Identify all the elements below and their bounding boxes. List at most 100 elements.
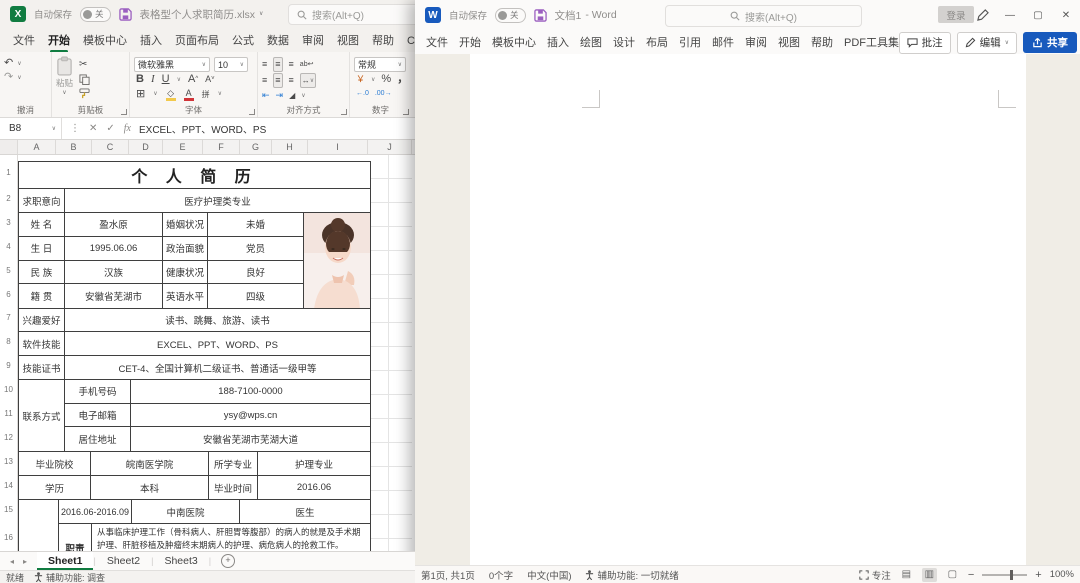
zoom-out-button[interactable]: − (968, 569, 974, 581)
orientation-button[interactable]: ◢ (289, 89, 295, 102)
comments-button[interactable]: 批注 (899, 32, 951, 54)
field-value-cell[interactable]: 安徽省芜湖市 (65, 284, 163, 308)
chevron-down-icon[interactable]: ∨ (371, 77, 375, 83)
align-middle-button[interactable]: ≡ (273, 57, 282, 72)
share-button[interactable]: 共享 (1023, 32, 1077, 53)
save-icon[interactable] (119, 8, 132, 21)
pen-icon[interactable] (968, 0, 996, 30)
column-header[interactable]: B (56, 140, 92, 154)
contact-value-cell[interactable]: ysy@wps.cn (131, 404, 370, 427)
chevron-down-icon[interactable]: ∨ (218, 91, 222, 97)
row-header[interactable]: 3 (0, 218, 17, 227)
currency-button[interactable]: ￥ (356, 73, 365, 86)
work-period-cell[interactable]: 2016.06-2016.09 (59, 500, 132, 523)
number-format-select[interactable]: 常规∨ (354, 57, 406, 72)
zoom-slider[interactable] (982, 574, 1027, 576)
contact-key-cell[interactable]: 电子邮箱 (65, 404, 131, 427)
field-label-cell[interactable]: 生 日 (19, 237, 65, 260)
row-header[interactable]: 2 (0, 194, 17, 203)
job-intention-label-cell[interactable]: 求职意向 (19, 189, 65, 212)
tab-review[interactable]: 审阅 (302, 32, 324, 48)
contact-label-cell[interactable]: 联系方式 (19, 380, 65, 451)
select-all-corner[interactable] (0, 140, 18, 154)
tab-layout[interactable]: 布局 (646, 34, 668, 50)
row-header[interactable]: 12 (0, 433, 17, 442)
font-size-select[interactable]: 10∨ (214, 57, 248, 72)
resume-photo[interactable] (304, 213, 370, 308)
percent-button[interactable]: % (381, 73, 391, 86)
row-header[interactable]: 5 (0, 266, 17, 275)
fx-icon[interactable]: fx (124, 123, 131, 134)
language-status[interactable]: 中文(中国) (527, 568, 571, 582)
edu-cell[interactable]: 毕业时间 (209, 476, 258, 499)
edu-cell[interactable]: 本科 (91, 476, 209, 499)
align-top-button[interactable]: ≡ (262, 58, 267, 71)
edu-cell[interactable]: 学历 (19, 476, 91, 499)
drag-handle-icon[interactable]: ⋮ (70, 123, 80, 134)
enter-icon[interactable]: ✓ (106, 123, 114, 134)
tab-insert[interactable]: 插入 (547, 34, 569, 50)
certificate-label-cell[interactable]: 技能证书 (19, 356, 65, 379)
phonetic-guide-button[interactable]: 拼 (202, 88, 210, 101)
column-header[interactable]: I (308, 140, 368, 154)
word-count[interactable]: 0个字 (489, 568, 513, 582)
tab-view[interactable]: 视图 (778, 34, 800, 50)
tab-formulas[interactable]: 公式 (232, 32, 254, 48)
prev-sheet-icon[interactable]: ◂ (10, 557, 14, 566)
contact-key-cell[interactable]: 手机号码 (65, 380, 131, 403)
field-value-cell[interactable]: 未婚 (208, 213, 304, 236)
row-header[interactable]: 10 (0, 385, 17, 394)
autosave-toggle[interactable]: 关 (80, 7, 111, 22)
formula-input[interactable]: EXCEL、PPT、WORD、PS (139, 121, 266, 136)
column-header[interactable]: H (272, 140, 308, 154)
edu-cell[interactable]: 护理专业 (258, 452, 370, 475)
tab-choice-data[interactable]: Choice数据 (407, 32, 415, 48)
chevron-down-icon[interactable]: ∨ (177, 77, 181, 83)
minimize-button[interactable]: — (996, 0, 1024, 30)
hobby-value-cell[interactable]: 读书、跳舞、旅游、读书 (65, 309, 370, 331)
software-label-cell[interactable]: 软件技能 (19, 332, 65, 355)
field-value-cell[interactable]: 党员 (208, 237, 304, 260)
chevron-down-icon[interactable]: ∨ (301, 93, 305, 99)
autosave-toggle[interactable]: 关 (495, 8, 526, 23)
dialog-launcher-icon[interactable] (121, 109, 127, 115)
field-label-cell[interactable]: 籍 贯 (19, 284, 65, 308)
paste-button[interactable]: 粘贴 ∨ (56, 56, 73, 99)
column-header[interactable]: A (18, 140, 56, 154)
undo-icon[interactable]: ↶ (4, 57, 13, 70)
edu-cell[interactable]: 毕业院校 (19, 452, 91, 475)
tab-home[interactable]: 开始 (48, 32, 70, 48)
cut-icon[interactable]: ✂ (79, 58, 90, 71)
software-value-cell[interactable]: EXCEL、PPT、WORD、PS (65, 332, 370, 355)
word-search-input[interactable]: 搜索(Alt+Q) (665, 5, 862, 27)
grow-font-button[interactable]: A^ (188, 73, 198, 86)
column-header[interactable]: E (163, 140, 203, 154)
name-box[interactable]: B8 ∨ (0, 118, 62, 139)
font-color-button[interactable]: A (184, 87, 194, 101)
dialog-launcher-icon[interactable] (403, 109, 409, 115)
save-icon[interactable] (534, 9, 547, 22)
contact-value-cell[interactable]: 188-7100-0000 (131, 380, 370, 403)
row-header[interactable]: 14 (0, 481, 17, 490)
field-label-cell[interactable]: 婚姻状况 (163, 213, 208, 236)
tab-template-center[interactable]: 模板中心 (492, 34, 536, 50)
read-mode-button[interactable]: ▤ (899, 568, 914, 582)
row-header[interactable]: 4 (0, 242, 17, 251)
close-button[interactable]: ✕ (1052, 0, 1080, 30)
excel-search-input[interactable]: 搜索(Alt+Q) (288, 4, 415, 25)
row-header[interactable]: 16 (0, 533, 17, 542)
excel-filename[interactable]: 表格型个人求职简历.xlsx ∨ (140, 7, 264, 22)
editing-button[interactable]: 编辑 ∨ (957, 32, 1017, 54)
tab-help[interactable]: 帮助 (372, 32, 394, 48)
column-header[interactable]: G (240, 140, 272, 154)
tab-references[interactable]: 引用 (679, 34, 701, 50)
chevron-down-icon[interactable]: ∨ (153, 91, 157, 97)
underline-button[interactable]: U (162, 73, 170, 86)
tab-template-center[interactable]: 模板中心 (83, 32, 127, 48)
row-header[interactable]: 11 (0, 409, 17, 418)
edu-cell[interactable]: 2016.06 (258, 476, 370, 499)
italic-button[interactable]: I (151, 73, 155, 86)
row-header[interactable]: 15 (0, 505, 17, 514)
decrease-decimal-button[interactable]: .00→ (375, 87, 392, 100)
tab-view[interactable]: 视图 (337, 32, 359, 48)
